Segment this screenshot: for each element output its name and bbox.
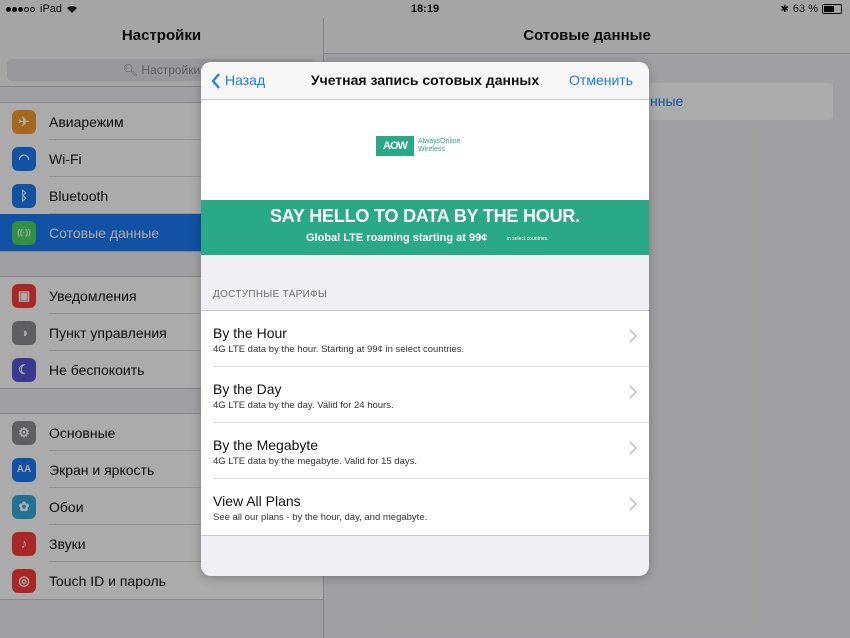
banner-headline: SAY HELLO TO DATA BY THE HOUR. — [269, 206, 581, 226]
plans-list: By the Hour 4G LTE data by the hour. Star… — [201, 310, 649, 536]
chevron-right-icon — [629, 497, 637, 511]
plan-row[interactable]: By the Hour 4G LTE data by the hour. Star… — [201, 311, 649, 367]
modal-navbar: Учетная запись сотовых данных Назад Отме… — [201, 62, 649, 100]
logo-area: AOW AlwaysOnline Wireless — [201, 100, 649, 200]
plan-row[interactable]: View All Plans See all our plans - by the… — [201, 479, 649, 535]
chevron-right-icon — [629, 385, 637, 399]
cellular-account-modal: Учетная запись сотовых данных Назад Отме… — [201, 62, 649, 576]
banner-subtitle: Global LTE roaming starting at 99¢ — [306, 232, 488, 244]
plan-title: By the Megabyte — [213, 437, 319, 453]
logo-mark: AOW — [376, 136, 414, 156]
chevron-right-icon — [629, 329, 637, 343]
plan-row[interactable]: By the Megabyte 4G LTE data by the megaby… — [201, 423, 649, 479]
aow-logo: AOW AlwaysOnline Wireless — [376, 136, 460, 156]
back-button[interactable]: Назад — [211, 62, 265, 99]
banner-note: in select countries. — [507, 236, 549, 242]
plan-description: 4G LTE data by the day. Valid for 24 hou… — [213, 400, 394, 411]
plan-title: View All Plans — [213, 493, 301, 509]
chevron-right-icon — [629, 441, 637, 455]
plan-description: 4G LTE data by the hour. Starting at 99¢… — [213, 344, 465, 355]
chevron-left-icon — [211, 72, 220, 89]
back-label: Назад — [225, 72, 266, 88]
plans-section-header: ДОСТУПНЫЕ ТАРИФЫ — [213, 289, 328, 300]
logo-name: AlwaysOnline Wireless — [418, 138, 461, 153]
plan-description: 4G LTE data by the megabyte. Valid for 1… — [213, 456, 418, 467]
plan-title: By the Day — [213, 381, 282, 397]
cancel-button[interactable]: Отменить — [569, 62, 633, 99]
promo-banner: SAY HELLO TO DATA BY THE HOUR. Global LT… — [201, 200, 649, 255]
plan-row[interactable]: By the Day 4G LTE data by the day. Valid … — [201, 367, 649, 423]
plan-description: See all our plans - by the hour, day, an… — [213, 512, 428, 523]
plan-title: By the Hour — [213, 325, 287, 341]
